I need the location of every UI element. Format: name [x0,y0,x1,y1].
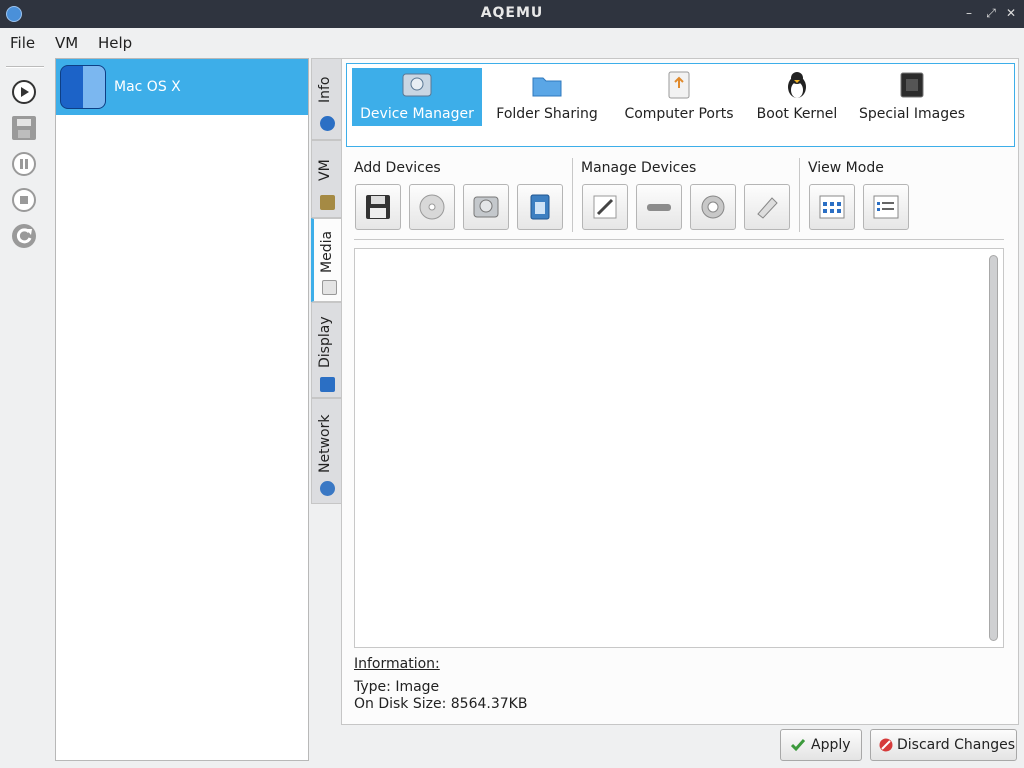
manage-devices-label: Manage Devices [581,160,697,176]
window-title: AQEMU [480,5,544,21]
side-tabs: Info VM Media Display Network [311,58,342,504]
discard-changes-label: Discard Changes [897,737,1015,753]
reset-vm-icon[interactable] [12,224,36,248]
folder-icon [531,70,563,100]
tab-network-label: Network [317,414,333,473]
tab-display[interactable]: Display [311,302,342,398]
device-properties-button[interactable] [690,184,736,230]
divider [354,239,1004,240]
sd-card-icon [527,194,553,220]
nav-special-images[interactable]: Special Images [857,68,967,126]
add-hard-disk-button[interactable] [463,184,509,230]
cancel-icon [879,738,893,752]
tab-display-label: Display [317,316,333,368]
group-separator [572,158,573,232]
hard-disk-icon [401,70,433,100]
menu-help[interactable]: Help [98,34,132,52]
view-list-button[interactable] [863,184,909,230]
tab-network[interactable]: Network [311,398,342,504]
pencil-icon [592,194,618,220]
info-icon [320,116,335,131]
usb-drive-icon [663,70,695,100]
close-icon[interactable]: ✕ [1004,6,1018,20]
maximize-icon[interactable]: ⤢ [984,6,998,20]
information-heading: Information: [354,656,440,672]
media-icon [322,280,337,295]
add-cdrom-button[interactable] [409,184,455,230]
device-list[interactable] [354,248,1004,648]
cd-rom-icon [419,194,445,220]
add-devices-label: Add Devices [354,160,441,176]
nav-boot-kernel[interactable]: Boot Kernel [747,68,847,126]
tab-info[interactable]: Info [311,58,342,140]
hard-disk-icon [473,194,499,220]
vm-list: Mac OS X [55,58,309,761]
tab-info-label: Info [317,76,333,104]
nav-device-manager[interactable]: Device Manager [352,68,482,126]
tools-icon [320,195,335,210]
nav-folder-sharing-label: Folder Sharing [496,106,598,122]
discard-changes-button[interactable]: Discard Changes [870,729,1017,761]
tab-media[interactable]: Media [311,218,342,302]
pause-vm-icon[interactable] [12,152,36,176]
media-section-nav: Device Manager Folder Sharing Computer P… [346,63,1015,147]
vm-name: Mac OS X [114,79,181,95]
apply-button[interactable]: Apply [780,729,862,761]
tab-vm-label: VM [317,159,333,181]
display-icon [320,377,335,392]
list-view-icon [873,194,899,220]
toolbar-separator [6,66,44,68]
save-state-icon[interactable] [12,116,36,140]
add-floppy-button[interactable] [355,184,401,230]
title-bar: AQEMU – ⤢ ✕ [0,0,1024,28]
view-mode-label: View Mode [808,160,884,176]
eject-device-button[interactable] [744,184,790,230]
gear-icon [700,194,726,220]
tab-media-label: Media [319,230,335,273]
chip-icon [896,70,928,100]
info-disk-size: On Disk Size: 8564.37KB [354,696,528,712]
nav-boot-kernel-label: Boot Kernel [756,106,838,122]
icon-grid-view-icon [819,194,845,220]
start-vm-icon[interactable] [12,80,36,104]
minimize-icon[interactable]: – [962,6,976,20]
nav-device-manager-label: Device Manager [360,106,474,122]
stop-vm-icon[interactable] [12,188,36,212]
tux-linux-icon [781,70,813,100]
nav-special-images-label: Special Images [858,106,966,122]
device-list-scrollbar[interactable] [989,255,998,641]
add-sd-card-button[interactable] [517,184,563,230]
checkmark-icon [790,738,806,752]
nav-folder-sharing[interactable]: Folder Sharing [487,68,607,126]
minus-icon [646,194,672,220]
apply-label: Apply [811,737,851,753]
info-type: Type: Image [354,679,440,695]
view-icons-button[interactable] [809,184,855,230]
media-panel: Device Manager Folder Sharing Computer P… [341,58,1019,725]
tab-vm[interactable]: VM [311,140,342,218]
nav-computer-ports[interactable]: Computer Ports [614,68,744,126]
group-separator [799,158,800,232]
menu-file[interactable]: File [10,34,35,52]
nav-computer-ports-label: Computer Ports [624,106,734,122]
mac-os-icon [60,65,106,109]
vm-list-item[interactable]: Mac OS X [56,59,308,115]
eraser-icon [754,194,780,220]
remove-device-button[interactable] [636,184,682,230]
edit-device-button[interactable] [582,184,628,230]
menu-bar: File VM Help [0,28,1024,58]
network-globe-icon [320,481,335,496]
floppy-disk-icon [365,194,391,220]
menu-vm[interactable]: VM [55,34,78,52]
